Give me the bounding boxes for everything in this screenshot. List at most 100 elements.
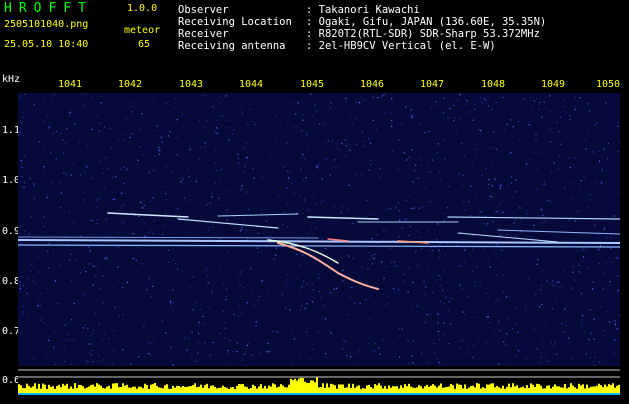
noise-dot [39,141,40,142]
noise-dot [602,168,603,169]
noise-dot [220,96,221,97]
noise-dot [448,186,449,187]
noise-dot [398,202,399,203]
scope-bar [150,385,152,393]
noise-dot [554,162,555,163]
scope-bar [134,387,136,393]
noise-dot [341,212,342,213]
scope-bar [48,385,50,393]
noise-dot [568,337,569,338]
scope-bar [234,389,236,393]
scope-bar [598,384,600,393]
scope-bar [86,388,88,393]
noise-dot [322,178,323,179]
noise-dot [66,173,67,174]
scope-bar [368,385,370,393]
noise-dot [609,322,610,323]
scope-bar [238,384,240,393]
noise-dot [360,303,361,304]
noise-dot [369,338,370,339]
noise-dot [370,164,371,165]
noise-dot [386,304,387,305]
noise-dot [136,260,137,261]
noise-dot [140,202,141,203]
scope-bar [474,388,476,394]
noise-dot [594,224,595,225]
scope-bar [310,380,312,393]
noise-dot [53,346,54,347]
noise-dot [216,170,217,171]
scope-bar [564,384,566,393]
noise-dot [384,112,385,113]
noise-dot [124,139,125,140]
noise-dot [115,176,116,177]
noise-dot [83,106,84,107]
noise-dot [595,124,596,125]
noise-dot [150,355,151,356]
noise-dot [67,333,68,334]
noise-dot [312,301,313,302]
noise-dot [498,321,499,322]
scope-bar [436,388,438,394]
noise-dot [220,102,221,103]
scope-bar [70,386,72,393]
noise-dot [534,238,535,239]
scope-bar [196,387,198,393]
noise-dot [440,285,441,286]
noise-dot [535,134,536,135]
noise-dot [399,356,400,357]
noise-dot [544,221,545,222]
scope-bar [266,389,268,394]
noise-dot [511,120,512,121]
noise-dot [301,169,302,170]
noise-dot [481,102,482,103]
noise-dot [153,197,154,198]
noise-dot [424,132,425,133]
scope-bar [246,387,248,393]
noise-dot [55,280,56,281]
noise-dot [497,300,498,301]
scope-bar [24,388,26,393]
noise-dot [138,356,139,357]
scope-bar [438,386,440,393]
noise-dot [448,117,449,118]
noise-dot [195,303,196,304]
scope-bar [176,386,178,393]
noise-dot [64,361,65,362]
noise-dot [443,271,444,272]
noise-dot [290,171,291,172]
noise-dot [150,230,151,231]
noise-dot [268,292,269,293]
noise-dot [172,308,173,309]
descending-meteor-trace [278,243,378,289]
noise-dot [130,106,131,107]
scope-bar [464,384,466,393]
noise-dot [245,164,246,165]
noise-dot [269,263,270,264]
noise-dot [502,292,503,293]
scope-bar [276,388,278,394]
noise-dot [238,316,239,317]
noise-dot [377,97,378,98]
noise-dot [549,129,550,130]
scope-bar [440,384,442,394]
noise-dot [317,167,318,168]
scope-bar [298,379,300,393]
noise-dot [474,108,475,109]
scope-bar [144,384,146,393]
noise-dot [98,356,99,357]
noise-dot [318,278,319,279]
noise-dot [379,168,380,169]
noise-dot [438,314,439,315]
noise-dot [451,193,452,194]
noise-dot [393,288,394,289]
noise-dot [439,172,440,173]
noise-dot [399,336,400,337]
noise-dot [500,188,501,189]
scope-bar [270,387,272,393]
freq-tick: 1047 [420,79,444,90]
noise-dot [33,184,34,185]
scope-bar [516,385,518,393]
noise-dot [282,294,283,295]
scope-bar [88,387,90,394]
